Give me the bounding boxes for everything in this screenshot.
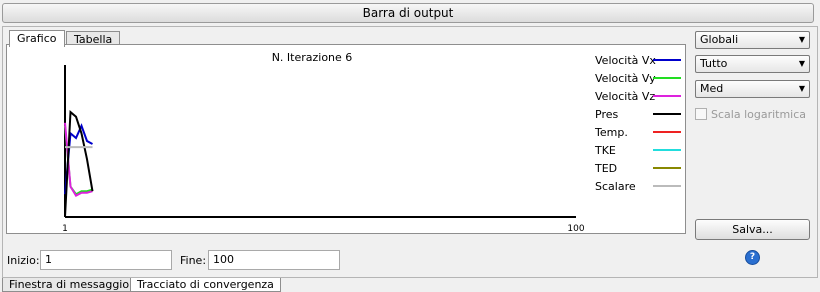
legend-label: Velocità Vz xyxy=(595,90,655,103)
x-tick-label-max: 100 xyxy=(567,224,584,233)
scope-dropdown[interactable]: Globali ▼ xyxy=(695,31,810,49)
chevron-down-icon: ▼ xyxy=(798,84,805,93)
tab-convergence-plot[interactable]: Tracciato di convergenza xyxy=(130,278,281,292)
checkbox-box[interactable] xyxy=(695,108,707,120)
log-scale-checkbox[interactable]: Scala logaritmica xyxy=(695,108,806,121)
x-tick-label-min: 1 xyxy=(62,224,68,233)
chart-title: N. Iterazione 6 xyxy=(272,51,353,64)
scope-dropdown-value: Globali xyxy=(700,33,739,46)
legend-label: Velocità Vx xyxy=(595,54,656,67)
end-input[interactable]: 100 xyxy=(208,250,340,270)
stat-dropdown[interactable]: Med ▼ xyxy=(695,80,810,98)
chevron-down-icon: ▼ xyxy=(798,59,805,68)
output-bar-title: Barra di output xyxy=(2,3,814,23)
legend-label: Scalare xyxy=(595,180,636,193)
legend-label: Temp. xyxy=(594,126,628,139)
start-input[interactable]: 1 xyxy=(40,250,172,270)
chevron-down-icon: ▼ xyxy=(798,35,805,44)
legend-label: TKE xyxy=(594,144,616,157)
save-button[interactable]: Salva... xyxy=(695,219,810,240)
filter-dropdown-value: Tutto xyxy=(700,57,728,70)
legend-label: TED xyxy=(594,162,617,175)
log-scale-label: Scala logaritmica xyxy=(711,108,807,121)
convergence-chart: N. Iterazione 6 1 100 Velocità Vx Velocit… xyxy=(62,51,681,234)
filter-dropdown[interactable]: Tutto ▼ xyxy=(695,55,810,73)
help-icon[interactable]: ? xyxy=(745,250,760,265)
legend-label: Pres xyxy=(595,108,618,121)
tab-grafico[interactable]: Grafico xyxy=(9,30,65,47)
legend-label: Velocità Vy xyxy=(595,72,656,85)
end-label: Fine: xyxy=(180,254,207,267)
chart-panel: N. Iterazione 6 1 100 Velocità Vx Velocit… xyxy=(6,44,686,234)
stat-dropdown-value: Med xyxy=(700,82,724,95)
tab-message-window[interactable]: Finestra di messaggio xyxy=(2,278,137,292)
start-label: Inizio: xyxy=(7,254,40,267)
